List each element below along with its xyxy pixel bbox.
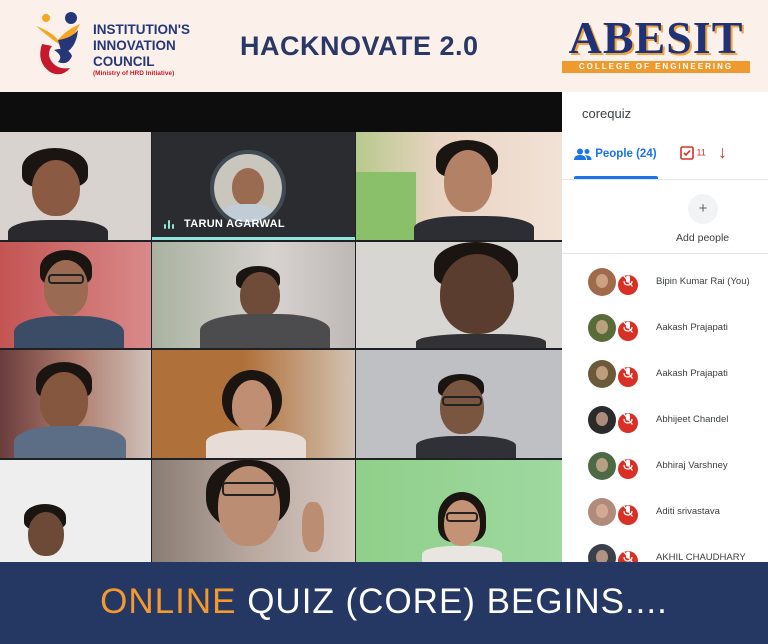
participant-name: Aditi srivastava <box>656 506 720 517</box>
participant-avatar <box>588 406 616 434</box>
participant-name: Bipin Kumar Rai (You) <box>656 276 750 287</box>
iic-logo-icon <box>36 12 80 75</box>
participant-avatar <box>588 314 616 342</box>
participant-name: Aakash Prajapati <box>656 322 728 333</box>
glasses <box>222 482 276 496</box>
tab-active-indicator <box>574 176 658 179</box>
iic-title: INSTITUTION'S INNOVATION COUNCIL <box>93 22 190 70</box>
add-people-label: Add people <box>676 232 730 244</box>
video-tile[interactable] <box>152 242 355 348</box>
tab-chat[interactable]: 11 <box>680 146 706 160</box>
people-tab-label: People (24) <box>595 148 657 161</box>
video-tile[interactable] <box>356 132 562 240</box>
participant-row[interactable]: Abhijeet Chandel <box>562 396 768 442</box>
college-name: ABESIT <box>568 12 744 63</box>
speaker-avatar <box>210 150 286 226</box>
participant-row[interactable]: Abhiraj Varshney <box>562 442 768 488</box>
participant-name: Abhiraj Varshney <box>656 460 728 471</box>
iic-line-3: COUNCIL <box>93 54 155 69</box>
video-tile[interactable] <box>0 350 151 458</box>
video-tile[interactable] <box>356 242 562 348</box>
audio-level-icon <box>164 219 174 229</box>
panel-tabs: People (24) 11 ↓ <box>562 132 768 180</box>
add-people-section[interactable]: + Add people <box>562 188 768 254</box>
participant-avatar <box>588 498 616 526</box>
college-logo: ABESIT COLLEGE OF ENGINEERING <box>556 14 756 76</box>
tab-people[interactable]: People (24) <box>574 148 657 160</box>
checklist-icon <box>680 146 694 160</box>
mic-off-icon <box>618 505 638 525</box>
chat-count: 11 <box>696 147 706 158</box>
glasses <box>442 396 482 406</box>
speaker-name: TARUN AGARWAL <box>184 218 285 230</box>
video-tile[interactable] <box>152 350 355 458</box>
glasses <box>446 512 478 522</box>
video-tile[interactable] <box>0 132 151 240</box>
meeting-code: corequiz <box>582 106 632 121</box>
video-tile[interactable] <box>0 242 151 348</box>
video-tile[interactable] <box>152 460 355 562</box>
add-person-icon[interactable]: + <box>688 194 718 224</box>
mic-off-icon <box>618 367 638 387</box>
college-subtitle: COLLEGE OF ENGINEERING <box>562 61 750 73</box>
mic-off-icon <box>618 413 638 433</box>
footer-banner: ONLINE QUIZ (CORE) BEGINS.... <box>0 562 768 644</box>
video-tile[interactable] <box>0 460 151 562</box>
active-speaker-indicator <box>152 237 355 240</box>
participant-avatar <box>588 360 616 388</box>
participant-row[interactable]: Aakash Prajapati <box>562 350 768 396</box>
participant-avatar <box>588 452 616 480</box>
mic-off-icon <box>618 459 638 479</box>
event-title: HACKNOVATE 2.0 <box>240 31 479 61</box>
participant-row[interactable]: Aditi srivastava <box>562 488 768 534</box>
participant-row[interactable]: Aakash Prajapati <box>562 304 768 350</box>
participant-name: Abhijeet Chandel <box>656 414 729 425</box>
top-strip <box>0 92 562 132</box>
video-tile-active-speaker[interactable]: TARUN AGARWAL <box>152 132 355 240</box>
mic-off-icon <box>618 275 638 295</box>
header-banner: INSTITUTION'S INNOVATION COUNCIL (Minist… <box>0 0 768 92</box>
video-call-area: TARUN AGARWAL corequiz People (24) 11 ↓ … <box>0 92 768 572</box>
iic-line-1: INSTITUTION'S <box>93 22 190 37</box>
footer-highlight: ONLINE <box>100 582 237 621</box>
glasses <box>48 274 84 284</box>
participant-name: Aakash Prajapati <box>656 368 728 379</box>
footer-rest: QUIZ (CORE) BEGINS.... <box>236 582 668 621</box>
arrow-down-icon: ↓ <box>718 142 727 162</box>
iic-line-2: INNOVATION <box>93 38 176 53</box>
participant-row[interactable]: Bipin Kumar Rai (You) <box>562 258 768 304</box>
footer-headline: ONLINE QUIZ (CORE) BEGINS.... <box>0 582 768 622</box>
mic-off-icon <box>618 321 638 341</box>
iic-subtitle: (Ministry of HRD Initiative) <box>93 70 175 77</box>
video-tile[interactable] <box>356 350 562 458</box>
people-icon <box>574 148 592 160</box>
video-tile[interactable] <box>356 460 562 562</box>
participants-panel: corequiz People (24) 11 ↓ + Add people B… <box>562 92 768 572</box>
participant-avatar <box>588 268 616 296</box>
